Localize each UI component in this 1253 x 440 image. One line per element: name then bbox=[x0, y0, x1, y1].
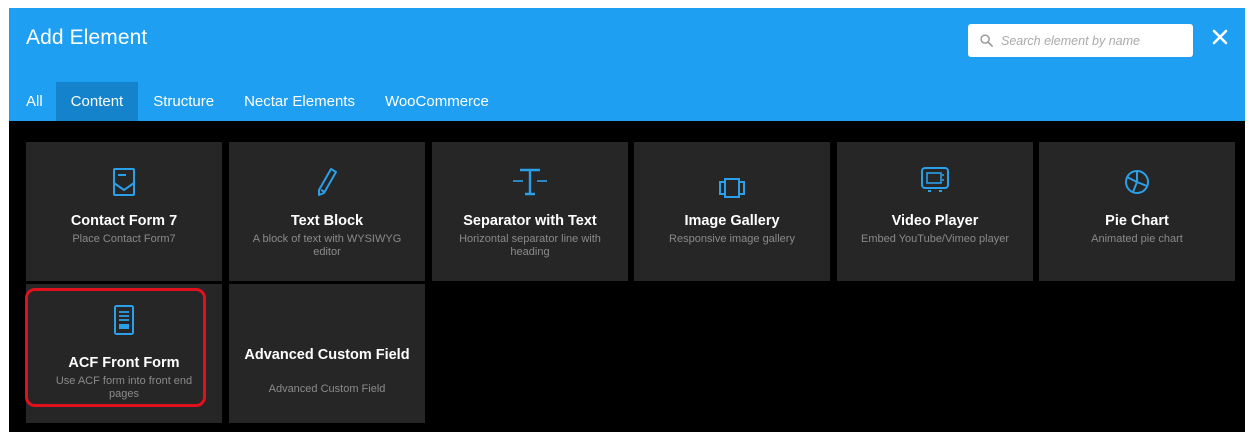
element-name: Video Player bbox=[891, 213, 979, 229]
element-name: ACF Front Form bbox=[68, 355, 180, 371]
document-form-icon bbox=[114, 305, 134, 335]
tab-woocommerce[interactable]: WooCommerce bbox=[370, 82, 504, 121]
tab-content[interactable]: Content bbox=[55, 82, 139, 121]
element-description: Embed YouTube/Vimeo player bbox=[861, 233, 1009, 245]
text-separator-icon bbox=[513, 168, 547, 196]
element-description: Place Contact Form7 bbox=[72, 233, 176, 245]
search-icon bbox=[980, 34, 993, 47]
tab-nectar-elements[interactable]: Nectar Elements bbox=[229, 82, 370, 121]
close-icon[interactable] bbox=[1209, 26, 1231, 48]
pie-chart-icon bbox=[1125, 170, 1149, 194]
element-name: Text Block bbox=[290, 213, 364, 229]
element-text-block[interactable]: Text Block A block of text with WYSIWYG … bbox=[229, 142, 425, 281]
element-name: Separator with Text bbox=[463, 213, 597, 229]
envelope-form-icon bbox=[113, 168, 135, 196]
element-description: A block of text with WYSIWYG editor bbox=[252, 233, 402, 258]
element-description: Responsive image gallery bbox=[669, 233, 795, 245]
element-description: Advanced Custom Field bbox=[268, 383, 386, 395]
dialog-title: Add Element bbox=[26, 26, 148, 49]
tab-structure[interactable]: Structure bbox=[138, 82, 229, 121]
tab-all[interactable]: All bbox=[9, 82, 56, 121]
element-name: Pie Chart bbox=[1105, 213, 1169, 229]
element-advanced-custom-field[interactable]: Advanced Custom Field Advanced Custom Fi… bbox=[229, 284, 425, 423]
element-contact-form-7[interactable]: Contact Form 7 Place Contact Form7 bbox=[26, 142, 222, 281]
element-image-gallery[interactable]: Image Gallery Responsive image gallery bbox=[634, 142, 830, 281]
element-acf-front-form[interactable]: ACF Front Form Use ACF form into front e… bbox=[26, 284, 222, 423]
category-tabs: All Content Structure Nectar Elements Wo… bbox=[9, 82, 504, 121]
monitor-icon bbox=[921, 167, 949, 192]
search-input[interactable] bbox=[1001, 33, 1181, 48]
pencil-icon bbox=[318, 168, 337, 196]
element-name: Image Gallery bbox=[684, 213, 780, 229]
element-description: Animated pie chart bbox=[1091, 233, 1183, 245]
search-box[interactable] bbox=[968, 24, 1193, 57]
element-description: Horizontal separator line with heading bbox=[459, 233, 601, 258]
element-name: Contact Form 7 bbox=[70, 213, 178, 229]
element-video-player[interactable]: Video Player Embed YouTube/Vimeo player bbox=[837, 142, 1033, 281]
element-description: Use ACF form into front end pages bbox=[55, 375, 193, 400]
element-pie-chart[interactable]: Pie Chart Animated pie chart bbox=[1039, 142, 1235, 281]
element-name: Advanced Custom Field bbox=[244, 347, 410, 363]
element-separator-with-text[interactable]: Separator with Text Horizontal separator… bbox=[432, 142, 628, 281]
dialog-header: Add Element All Content Structure Nectar… bbox=[9, 8, 1245, 121]
gallery-icon bbox=[719, 178, 745, 198]
